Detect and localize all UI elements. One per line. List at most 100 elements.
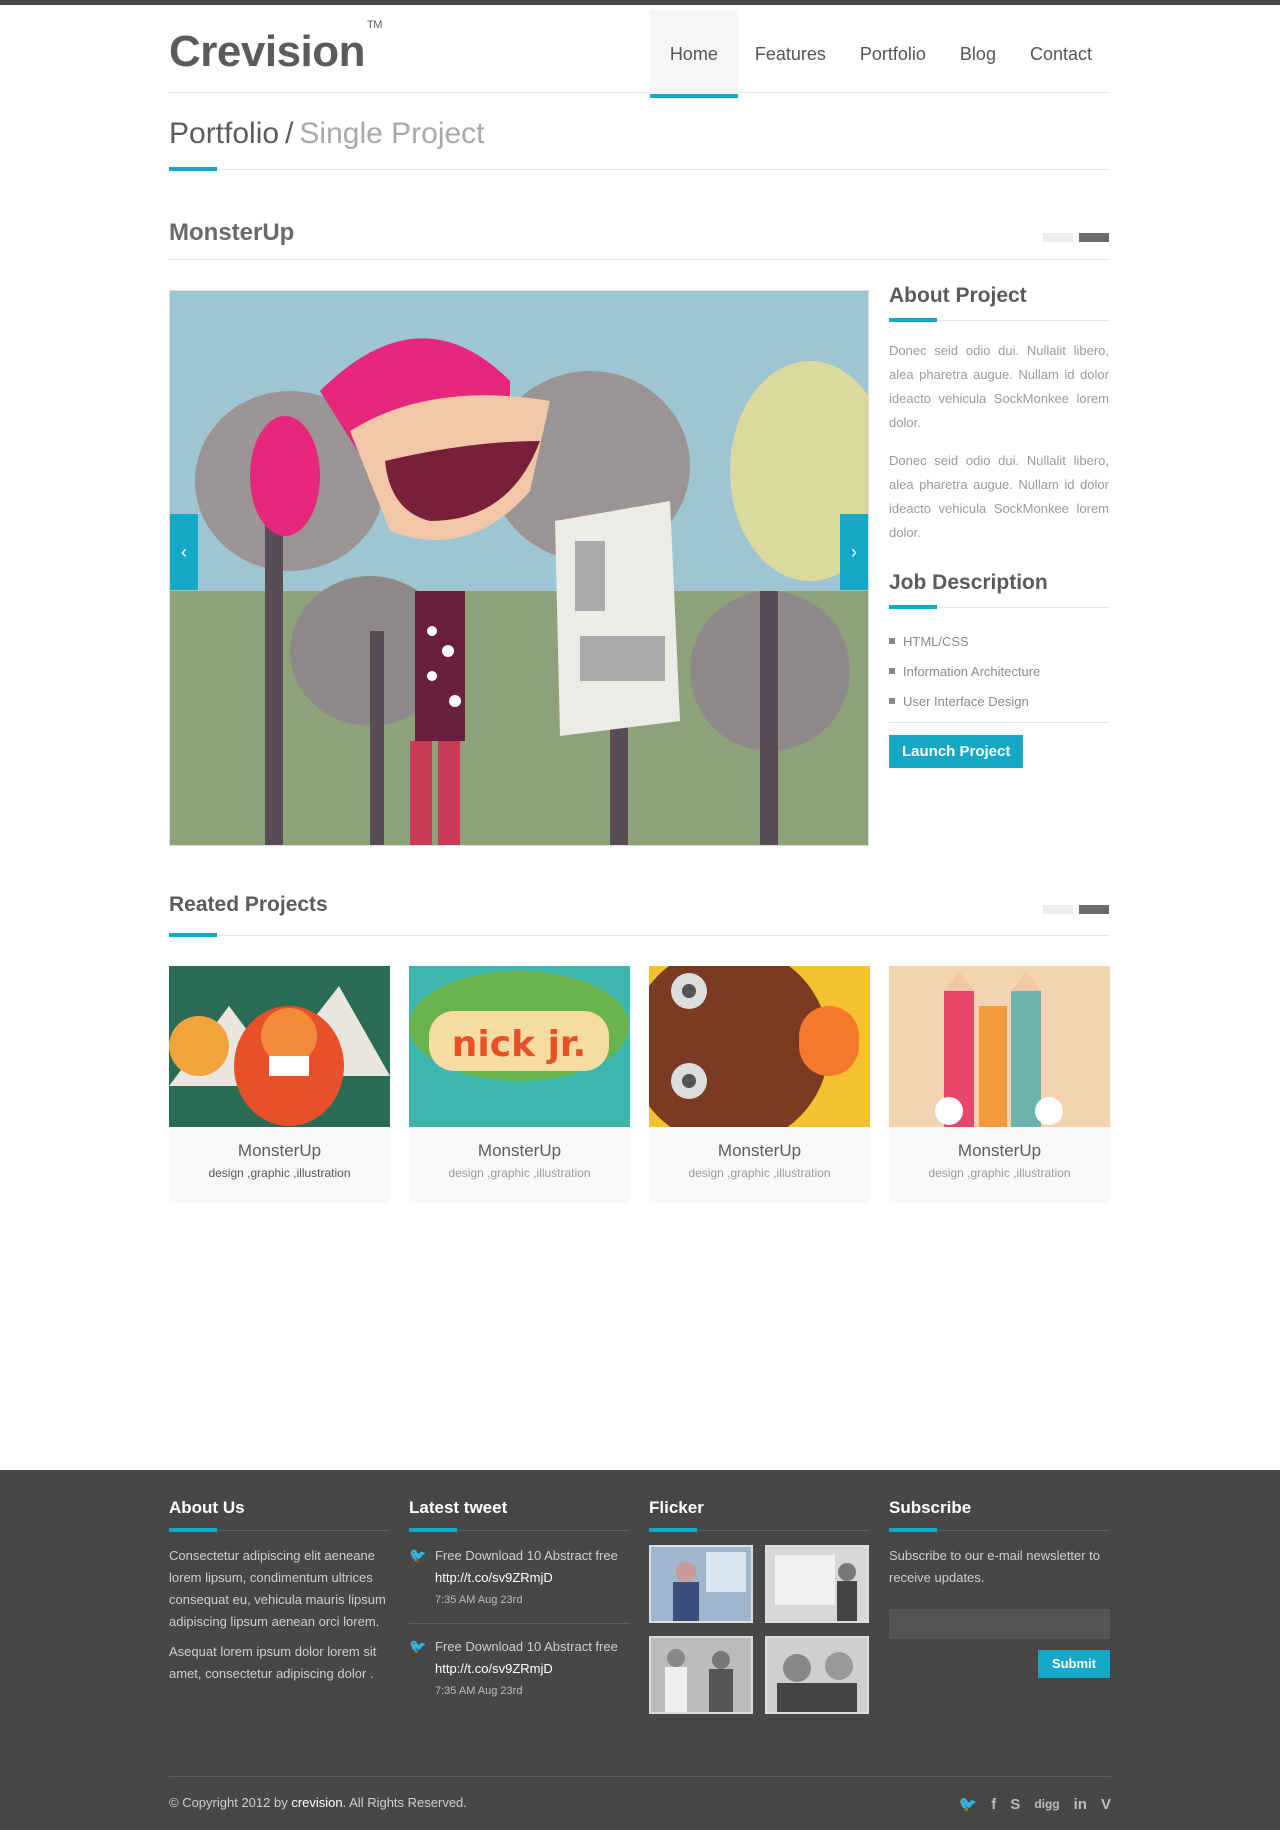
footer-about: About Us Consectetur adipiscing elit aen… (169, 1498, 390, 1693)
project-thumbnail (169, 966, 390, 1127)
about-project-heading: About Project (889, 284, 1109, 322)
card-tags: design ,graphic ,illustration (448, 1166, 591, 1180)
copyright-prefix: © Copyright 2012 by (169, 1795, 288, 1810)
project-thumbnail: nick jr. (409, 966, 630, 1127)
subscribe-text: Subscribe to our e-mail newsletter to re… (889, 1548, 1100, 1585)
footer-tweets-heading: Latest tweet (409, 1498, 630, 1532)
linkedin-icon[interactable]: in (1074, 1796, 1087, 1813)
card-title: MonsterUp (237, 1141, 322, 1160)
accent-underline (889, 318, 937, 322)
flicker-photo[interactable] (649, 1545, 753, 1623)
slider-next-button[interactable]: › (840, 514, 868, 590)
footer-flicker-heading: Flicker (649, 1498, 870, 1532)
logo-trademark: TM (367, 19, 382, 32)
card-tags: design ,graphic ,illustration (688, 1166, 831, 1180)
tweet-time: 7:35 AM Aug 23rd (435, 1594, 523, 1606)
about-paragraph-1: Donec seid odio dui. Nullalit libero, al… (889, 343, 1109, 430)
nav-blog[interactable]: Blog (943, 10, 1013, 98)
flicker-photo[interactable] (649, 1636, 753, 1714)
footer-about-heading-text: About Us (169, 1498, 245, 1517)
skype-icon[interactable]: S (1010, 1796, 1020, 1813)
job-heading-text: Job Description (889, 571, 1048, 594)
social-links: 🐦 f S digg in V (959, 1795, 1111, 1814)
project-header: MonsterUp (169, 219, 1109, 260)
logo[interactable]: CrevisionTM (169, 19, 382, 77)
pager-prev[interactable] (1043, 905, 1073, 914)
digg-icon[interactable]: digg (1034, 1797, 1059, 1811)
nav-portfolio[interactable]: Portfolio (843, 10, 943, 98)
footer-about-heading: About Us (169, 1498, 390, 1532)
related-pager (1043, 905, 1109, 914)
pager-next[interactable] (1079, 905, 1109, 914)
nav-contact[interactable]: Contact (1013, 10, 1109, 98)
project-sidebar: About Project Donec seid odio dui. Nulla… (889, 284, 1109, 768)
copyright: © Copyright 2012 by crevision. All Right… (169, 1795, 467, 1813)
footer-tweets-heading-text: Latest tweet (409, 1498, 508, 1517)
project-card[interactable]: MonsterUp design ,graphic ,illustration (889, 966, 1110, 1203)
project-card[interactable]: nick jr. MonsterUp design ,graphic ,illus… (409, 966, 630, 1203)
flicker-gallery (649, 1545, 870, 1714)
accent-underline (169, 933, 217, 937)
logo-text: Crevision (169, 27, 366, 76)
about-heading-text: About Project (889, 284, 1027, 307)
tweet-text: Free Download 10 Abstract free (435, 1548, 618, 1563)
card-title: MonsterUp (957, 1141, 1042, 1160)
copyright-suffix: . All Rights Reserved. (342, 1795, 467, 1810)
job-description-heading: Job Description (889, 571, 1109, 609)
related-projects-title: Reated Projects (169, 893, 328, 916)
tweet-time: 7:35 AM Aug 23rd (435, 1685, 523, 1697)
tweet-link[interactable]: http://t.co/sv9ZRmjD (435, 1567, 618, 1589)
job-item-label: HTML/CSS (903, 633, 969, 649)
project-card[interactable]: MonsterUp design ,graphic ,illustration (649, 966, 870, 1203)
flicker-photo[interactable] (765, 1545, 869, 1623)
about-paragraph-2: Donec seid odio dui. Nullalit libero, al… (889, 453, 1109, 540)
related-projects-grid: MonsterUp design ,graphic ,illustration n… (169, 966, 1111, 1203)
nav-features[interactable]: Features (738, 10, 843, 98)
footer-about-p2: Asequat lorem ipsum dolor lorem sit amet… (169, 1644, 377, 1681)
footer-subscribe: Subscribe Subscribe to our e-mail newsle… (889, 1498, 1110, 1678)
related-projects-header: Reated Projects (169, 893, 1109, 937)
bullet-icon (889, 698, 895, 704)
site-footer: About Us Consectetur adipiscing elit aen… (0, 1470, 1280, 1830)
bullet-icon (889, 638, 895, 644)
job-list: HTML/CSS Information Architecture User I… (889, 626, 1109, 723)
facebook-icon[interactable]: f (991, 1796, 996, 1813)
slider-prev-button[interactable]: ‹ (170, 514, 198, 590)
list-item: Information Architecture (889, 656, 1109, 686)
project-card[interactable]: MonsterUp design ,graphic ,illustration (169, 966, 390, 1203)
accent-underline (889, 1528, 937, 1532)
project-thumbnail (649, 966, 870, 1127)
card-title: MonsterUp (717, 1141, 802, 1160)
project-slider: ‹ › (169, 290, 869, 846)
job-item-label: User Interface Design (903, 693, 1029, 709)
card-tags: design ,graphic ,illustration (208, 1166, 351, 1180)
tweet-link[interactable]: http://t.co/sv9ZRmjD (435, 1658, 618, 1680)
subscribe-email-input[interactable] (889, 1609, 1110, 1639)
page-title: Portfolio / Single Project (169, 117, 1109, 151)
copyright-brand-link[interactable]: crevision (291, 1795, 342, 1810)
accent-underline (889, 605, 937, 609)
breadcrumb-parent[interactable]: Portfolio (169, 117, 279, 150)
tweet-item: 🐦 Free Download 10 Abstract free http://t… (409, 1636, 630, 1714)
vimeo-icon[interactable]: V (1101, 1796, 1111, 1813)
list-item: HTML/CSS (889, 626, 1109, 656)
accent-underline (649, 1528, 697, 1532)
slider-illustration (170, 291, 868, 845)
footer-flicker: Flicker (649, 1498, 870, 1714)
project-pager (1043, 233, 1109, 242)
pager-prev[interactable] (1043, 233, 1073, 242)
launch-project-button[interactable]: Launch Project (889, 735, 1024, 768)
subscribe-submit-button[interactable]: Submit (1037, 1650, 1110, 1678)
tweet-text: Free Download 10 Abstract free (435, 1639, 618, 1654)
breadcrumb-current: Single Project (299, 117, 485, 150)
nav-home[interactable]: Home (649, 10, 738, 98)
pager-next[interactable] (1079, 233, 1109, 242)
twitter-bird-icon: 🐦 (409, 1638, 427, 1654)
thumbnail-logo-text: nick jr. (452, 1024, 586, 1065)
twitter-icon[interactable]: 🐦 (959, 1795, 978, 1813)
project-thumbnail (889, 966, 1110, 1127)
flicker-photo[interactable] (765, 1636, 869, 1714)
footer-bottom: © Copyright 2012 by crevision. All Right… (169, 1776, 1111, 1813)
footer-about-p1: Consectetur adipiscing elit aeneane lore… (169, 1548, 386, 1629)
breadcrumb-separator: / (285, 117, 294, 150)
